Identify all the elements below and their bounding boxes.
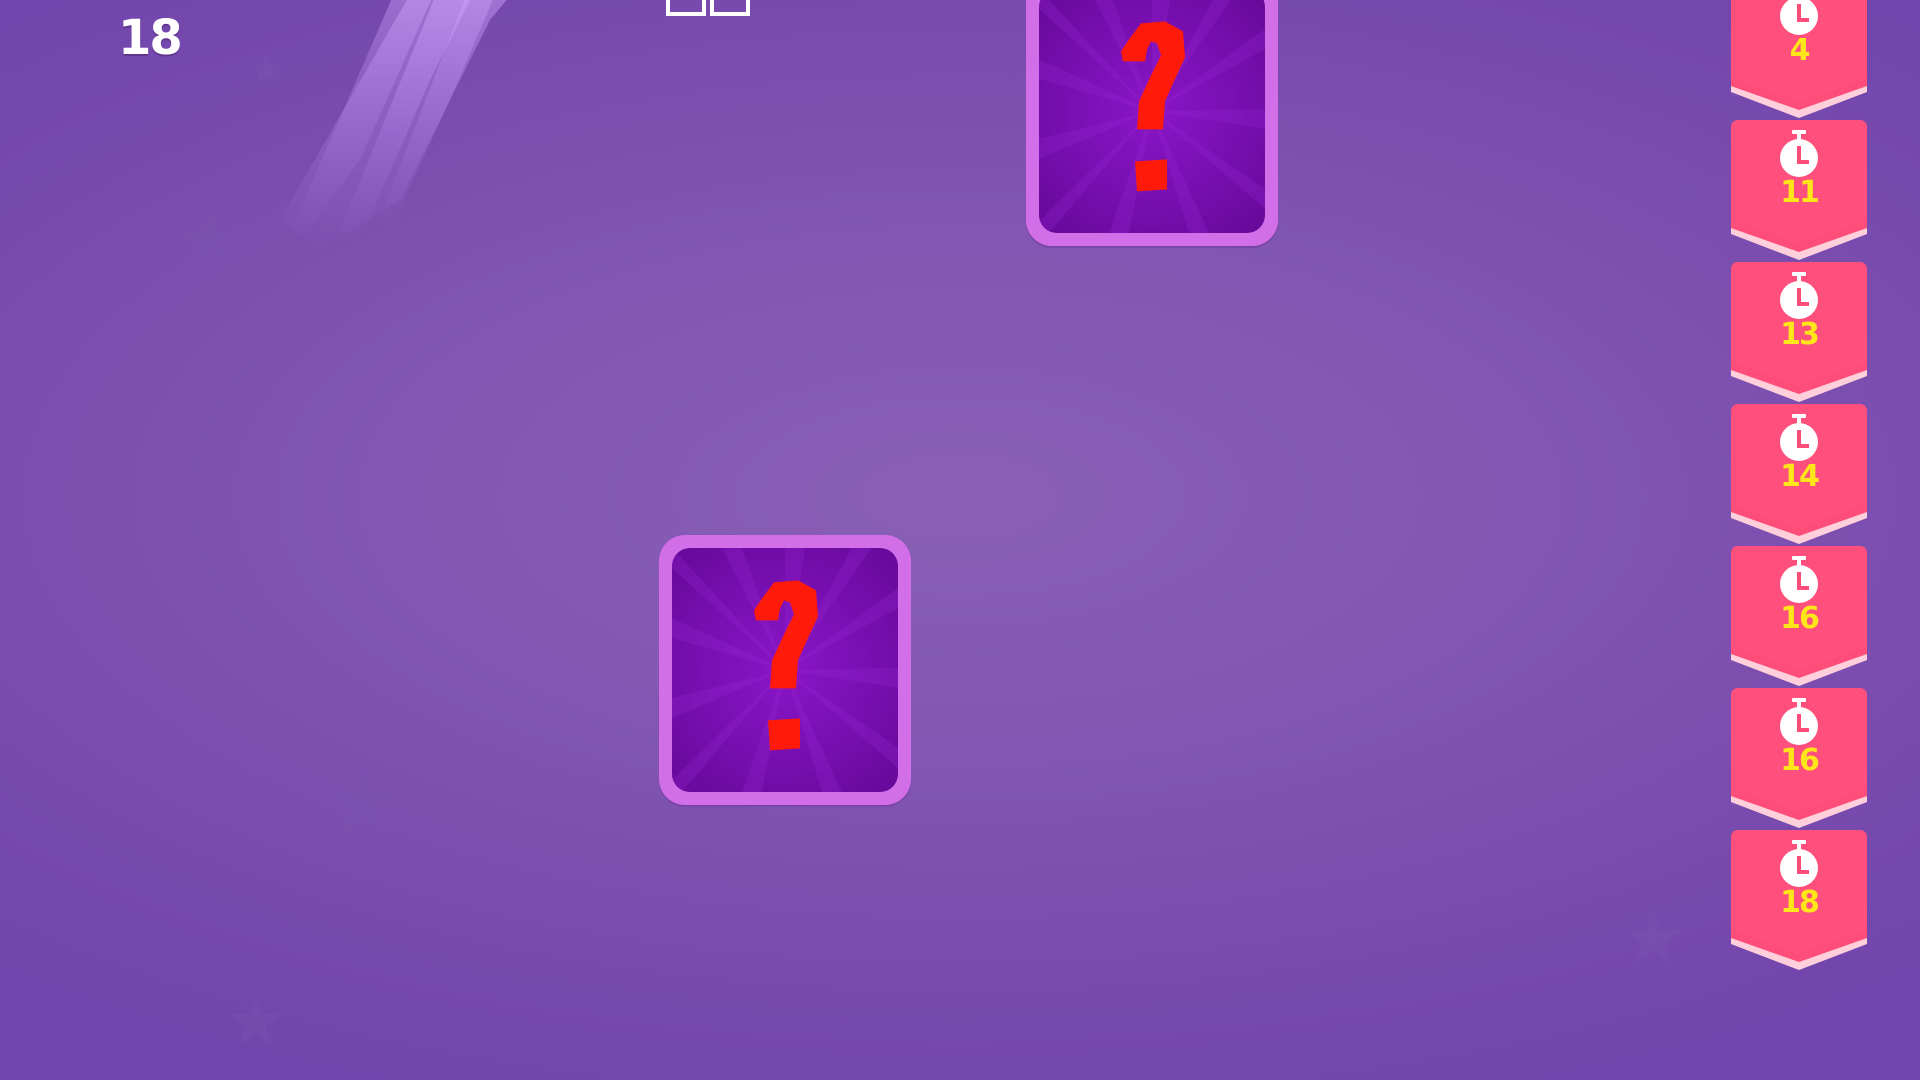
background-star-icon: ★ (224, 980, 287, 1062)
background-star-icon: ★ (168, 184, 251, 291)
stopwatch-icon (1780, 130, 1818, 177)
partial-card-icon (666, 0, 750, 16)
timer-value: 18 (1780, 885, 1820, 920)
stopwatch-icon (1780, 272, 1818, 319)
timer-value: 4 (1789, 33, 1811, 68)
stopwatch-icon (1780, 414, 1818, 461)
timer-value: 16 (1780, 601, 1820, 636)
background-star-icon: ★ (1664, 157, 1713, 220)
score-counter: 18 (118, 10, 183, 66)
stopwatch-icon (1780, 840, 1818, 887)
memory-card[interactable] (1026, 0, 1278, 246)
timer-banner-4: 14 (1731, 404, 1867, 546)
question-mark-icon (754, 580, 818, 751)
stopwatch-icon (1780, 556, 1818, 603)
stopwatch-icon (1780, 0, 1818, 35)
timer-banner-1: 4 (1731, 0, 1867, 120)
timer-list: 4 11 13 14 16 16 18 (1731, 0, 1867, 972)
background-star-icon: ★ (316, 741, 410, 863)
stopwatch-icon (1780, 698, 1818, 745)
card-back (1039, 0, 1265, 233)
memory-card[interactable] (659, 535, 911, 805)
timer-value: 13 (1780, 317, 1820, 352)
timer-banner-6: 16 (1731, 688, 1867, 830)
light-beam (280, 0, 507, 250)
background-star-icon: ★ (1620, 896, 1687, 982)
timer-banner-3: 13 (1731, 262, 1867, 404)
timer-value: 16 (1780, 743, 1820, 778)
question-mark-icon (1121, 21, 1185, 192)
timer-banner-7: 18 (1731, 830, 1867, 972)
timer-banner-5: 16 (1731, 546, 1867, 688)
timer-value: 14 (1780, 459, 1820, 494)
timer-value: 11 (1780, 175, 1820, 210)
card-back (672, 548, 898, 792)
timer-banner-2: 11 (1731, 120, 1867, 262)
